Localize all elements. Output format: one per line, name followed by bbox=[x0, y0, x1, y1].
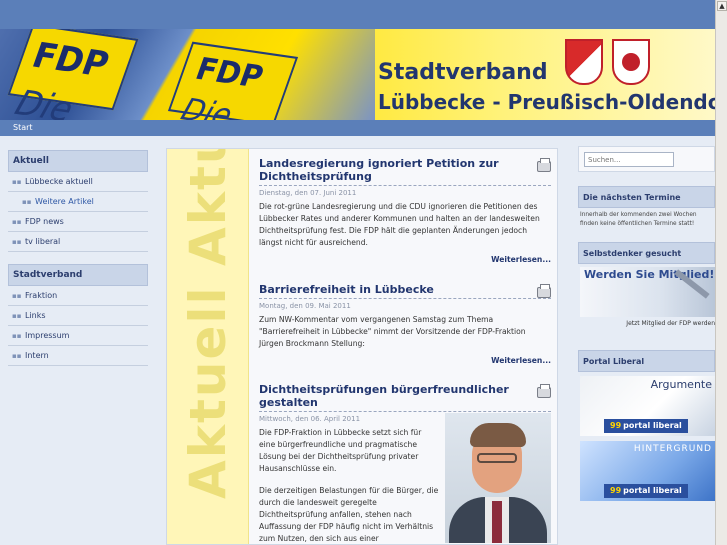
page-body: Aktuell ▪▪ Lübbecke aktuell ▪▪ Weitere Art… bbox=[0, 136, 715, 545]
bullet-icon: ▪▪ bbox=[22, 198, 32, 206]
vertical-scrollbar[interactable]: ▲ bbox=[715, 0, 727, 545]
bullet-icon: ▪▪ bbox=[12, 292, 22, 300]
bullet-icon: ▪▪ bbox=[12, 352, 22, 360]
article-title-link[interactable]: Landesregierung ignoriert Petition zur D… bbox=[259, 157, 551, 186]
top-bar bbox=[0, 0, 715, 29]
right-sidebar: Die nächsten Termine Innerhalb der komme… bbox=[578, 136, 715, 545]
aktuell-side-strip: Aktuell Aktuell bbox=[167, 148, 249, 544]
article-date: Dienstag, den 07. Juni 2011 bbox=[259, 189, 357, 197]
site-header: FDP Die Liberalen FDP Die Liberalen Stad… bbox=[0, 29, 715, 120]
portal-liberal-logo: 99 portal liberal bbox=[604, 419, 688, 433]
bullet-icon: ▪▪ bbox=[12, 312, 22, 320]
mitglied-caption-link[interactable]: Jetzt Mitglied der FDP werden bbox=[615, 319, 715, 328]
mitglied-banner-text: Werden Sie Mitglied! bbox=[584, 268, 715, 281]
nav-item-impressum[interactable]: ▪▪ Impressum bbox=[8, 326, 148, 346]
termine-heading: Die nächsten Termine bbox=[578, 186, 715, 208]
nav-item-fdp-news[interactable]: ▪▪ FDP news bbox=[8, 212, 148, 232]
search-input[interactable] bbox=[584, 152, 674, 167]
selbstdenker-heading: Selbstdenker gesucht bbox=[578, 242, 715, 264]
portal-liberal-logo: 99 portal liberal bbox=[604, 484, 688, 498]
article: Barrierefreiheit in Lübbecke Montag, den… bbox=[259, 283, 551, 365]
author-portrait-image bbox=[445, 413, 551, 543]
print-icon[interactable] bbox=[537, 158, 551, 172]
nav-heading-stadtverband: Stadtverband bbox=[8, 264, 148, 286]
nav-item-intern[interactable]: ▪▪ Intern bbox=[8, 346, 148, 366]
print-icon[interactable] bbox=[537, 284, 551, 298]
article-text: Die FDP-Fraktion in Lübbecke setzt sich … bbox=[259, 428, 422, 473]
portal-liberal-heading: Portal Liberal bbox=[578, 350, 715, 372]
portal-argumente-title: Argumente bbox=[650, 378, 712, 391]
fdp-flag-icon: FDP Die Liberalen bbox=[7, 29, 139, 120]
article-date: Montag, den 09. Mai 2011 bbox=[259, 302, 351, 310]
print-icon[interactable] bbox=[537, 384, 551, 398]
city-crest-icon bbox=[565, 39, 603, 85]
mitglied-banner[interactable]: Werden Sie Mitglied! bbox=[580, 267, 715, 317]
nav-item-fraktion[interactable]: ▪▪ Fraktion bbox=[8, 286, 148, 306]
read-more-link[interactable]: Weiterlesen... bbox=[259, 356, 551, 365]
article-text-continued: Die derzeitigen Belastungen für die Bürg… bbox=[259, 486, 439, 543]
article: Landesregierung ignoriert Petition zur D… bbox=[259, 157, 551, 264]
breadcrumb: Start bbox=[0, 120, 715, 136]
article: Dichtheitsprüfungen bürgerfreundlicher g… bbox=[259, 383, 551, 544]
main-content: Aktuell Aktuell Landesregierung ignorier… bbox=[166, 148, 558, 545]
search-module bbox=[578, 146, 715, 172]
bullet-icon: ▪▪ bbox=[12, 238, 22, 246]
nav-heading-aktuell: Aktuell bbox=[8, 150, 148, 172]
scroll-up-icon[interactable]: ▲ bbox=[717, 1, 727, 11]
read-more-link[interactable]: Weiterlesen... bbox=[259, 255, 551, 264]
article-text: Zum NW-Kommentar vom vergangenen Samstag… bbox=[259, 315, 526, 348]
nav-item-luebbecke-aktuell[interactable]: ▪▪ Lübbecke aktuell bbox=[8, 172, 148, 192]
site-title: Stadtverband bbox=[378, 60, 548, 85]
nav-item-links[interactable]: ▪▪ Links bbox=[8, 306, 148, 326]
city-crest-icon bbox=[612, 39, 650, 85]
fdp-flags-image: FDP Die Liberalen FDP Die Liberalen bbox=[0, 29, 375, 120]
termine-text: Innerhalb der kommenden zwei Wochen find… bbox=[580, 212, 697, 227]
bullet-icon: ▪▪ bbox=[12, 218, 22, 226]
site-subtitle: Lübbecke - Preußisch-Oldendorf bbox=[378, 90, 715, 114]
article-title-link[interactable]: Dichtheitsprüfungen bürgerfreundlicher g… bbox=[259, 383, 551, 412]
bullet-icon: ▪▪ bbox=[12, 332, 22, 340]
left-navigation: Aktuell ▪▪ Lübbecke aktuell ▪▪ Weitere Art… bbox=[8, 150, 148, 366]
nav-item-tv-liberal[interactable]: ▪▪ tv liberal bbox=[8, 232, 148, 252]
portal-argumente-banner[interactable]: Argumente 99 portal liberal bbox=[580, 376, 715, 436]
aktuell-vertical-text: Aktuell Aktuell bbox=[179, 148, 237, 499]
portal-hintergrund-banner[interactable]: HINTERGRUND 99 portal liberal bbox=[580, 441, 715, 501]
bullet-icon: ▪▪ bbox=[12, 178, 22, 186]
article-text: Die rot-grüne Landesregierung und die CD… bbox=[259, 202, 540, 247]
nav-item-weitere-artikel[interactable]: ▪▪ Weitere Artikel bbox=[8, 192, 148, 212]
fdp-flag-icon: FDP Die Liberalen bbox=[167, 41, 299, 120]
portal-hintergrund-title: HINTERGRUND bbox=[633, 444, 712, 454]
breadcrumb-start-link[interactable]: Start bbox=[13, 123, 33, 132]
article-title-link[interactable]: Barrierefreiheit in Lübbecke bbox=[259, 283, 551, 299]
